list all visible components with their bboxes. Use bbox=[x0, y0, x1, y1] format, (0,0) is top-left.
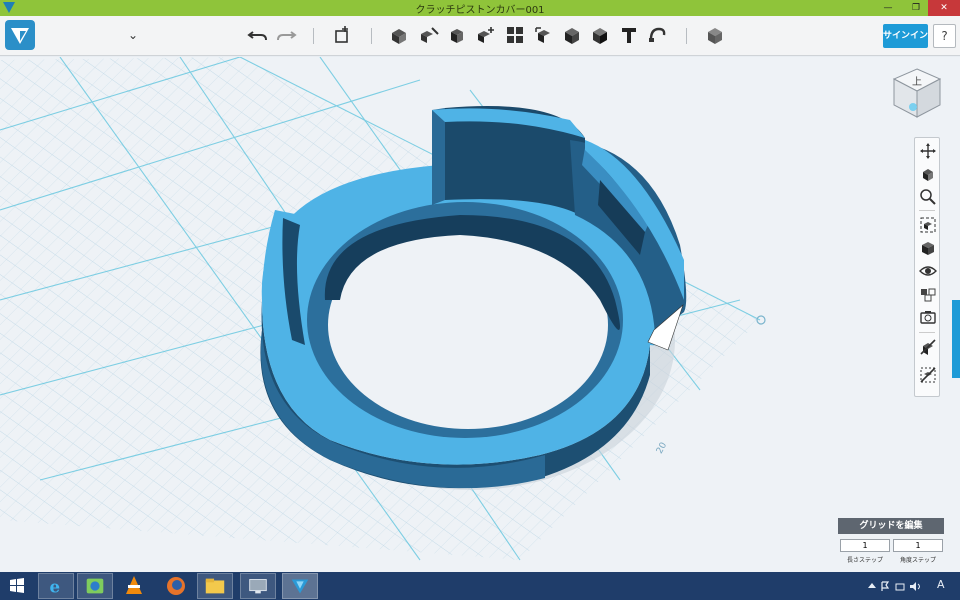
navbar-divider bbox=[919, 210, 935, 211]
viewcube[interactable]: 上 bbox=[888, 65, 946, 123]
volume-icon bbox=[910, 582, 916, 591]
sketch-icon[interactable] bbox=[388, 24, 410, 46]
restore-button[interactable]: ❐ bbox=[904, 0, 928, 16]
help-button[interactable]: ? bbox=[933, 24, 956, 48]
pan-icon[interactable] bbox=[919, 142, 937, 160]
vlc-icon[interactable] bbox=[116, 573, 152, 599]
navigation-bar bbox=[914, 137, 940, 397]
length-step-input[interactable] bbox=[840, 539, 890, 552]
grid-editor-panel: グリッドを編集 長さステップ 角度ステップ bbox=[838, 518, 944, 568]
close-button[interactable]: ✕ bbox=[928, 0, 960, 16]
navbar-divider bbox=[919, 332, 935, 333]
3d-viewport[interactable]: 20 上 bbox=[0, 57, 960, 572]
viewcube-face-label: 上 bbox=[912, 76, 922, 88]
text-icon[interactable] bbox=[589, 24, 611, 46]
ie-icon[interactable]: e bbox=[38, 573, 74, 599]
construct-icon[interactable] bbox=[418, 24, 440, 46]
toolbar-separator bbox=[313, 28, 314, 44]
redo-icon[interactable] bbox=[275, 24, 297, 46]
signin-button[interactable]: サインイン bbox=[883, 24, 928, 48]
window-titlebar: クラッチピストンカバー001 — ❐ ✕ bbox=[0, 0, 960, 16]
123d-icon[interactable] bbox=[282, 573, 318, 599]
network-icon bbox=[895, 583, 905, 591]
grouping-icon[interactable] bbox=[504, 24, 526, 46]
material-icon[interactable] bbox=[704, 24, 726, 46]
main-toolbar: ⌄ サインイン ? bbox=[0, 16, 960, 56]
action-center-icon bbox=[881, 581, 890, 591]
grid-editor-title[interactable]: グリッドを編集 bbox=[838, 518, 944, 534]
modify-icon[interactable] bbox=[446, 24, 468, 46]
snap-toggle-icon[interactable] bbox=[919, 366, 937, 384]
fit-icon[interactable] bbox=[919, 216, 937, 234]
zoom-icon[interactable] bbox=[919, 188, 937, 206]
explorer-app-icon[interactable] bbox=[77, 573, 113, 599]
svg-text:e: e bbox=[50, 576, 61, 596]
pattern-icon[interactable] bbox=[475, 24, 497, 46]
window-title: クラッチピストンカバー001 bbox=[415, 5, 545, 16]
length-step-label: 長さステップ bbox=[846, 557, 883, 564]
tray-expand-icon bbox=[868, 583, 876, 588]
menu-dropdown-chevron[interactable]: ⌄ bbox=[128, 28, 138, 42]
hide-icon[interactable] bbox=[919, 338, 937, 356]
undo-icon[interactable] bbox=[247, 24, 269, 46]
scene-canvas[interactable]: 20 bbox=[0, 57, 960, 572]
measure-icon[interactable] bbox=[561, 24, 583, 46]
visibility-icon[interactable] bbox=[919, 262, 937, 280]
grid-dimension-label: 20 bbox=[655, 441, 669, 456]
side-panel-toggle[interactable] bbox=[952, 300, 960, 378]
123d-logo-icon bbox=[11, 28, 29, 44]
firefox-icon[interactable] bbox=[158, 573, 194, 599]
select-icon[interactable] bbox=[919, 285, 937, 303]
system-tray[interactable] bbox=[866, 578, 946, 594]
screenshot-icon[interactable] bbox=[919, 308, 937, 326]
app-menu-logo[interactable] bbox=[5, 20, 35, 50]
orbit-icon[interactable] bbox=[919, 165, 937, 183]
snap-icon[interactable] bbox=[646, 24, 668, 46]
toolbar-separator bbox=[686, 28, 687, 44]
start-icon[interactable] bbox=[0, 573, 34, 599]
angle-step-input[interactable] bbox=[893, 539, 943, 552]
combine-icon[interactable] bbox=[533, 24, 555, 46]
text-tool-icon[interactable] bbox=[618, 24, 640, 46]
folder-icon[interactable] bbox=[197, 573, 233, 599]
ime-indicator[interactable]: A bbox=[937, 578, 945, 591]
primitives-icon[interactable] bbox=[332, 24, 354, 46]
remote-icon[interactable] bbox=[240, 573, 276, 599]
windows-taskbar: e A bbox=[0, 572, 960, 600]
angle-step-label: 角度ステップ bbox=[899, 557, 936, 564]
toolbar-separator bbox=[371, 28, 372, 44]
perspective-icon[interactable] bbox=[919, 239, 937, 257]
minimize-button[interactable]: — bbox=[876, 0, 900, 16]
